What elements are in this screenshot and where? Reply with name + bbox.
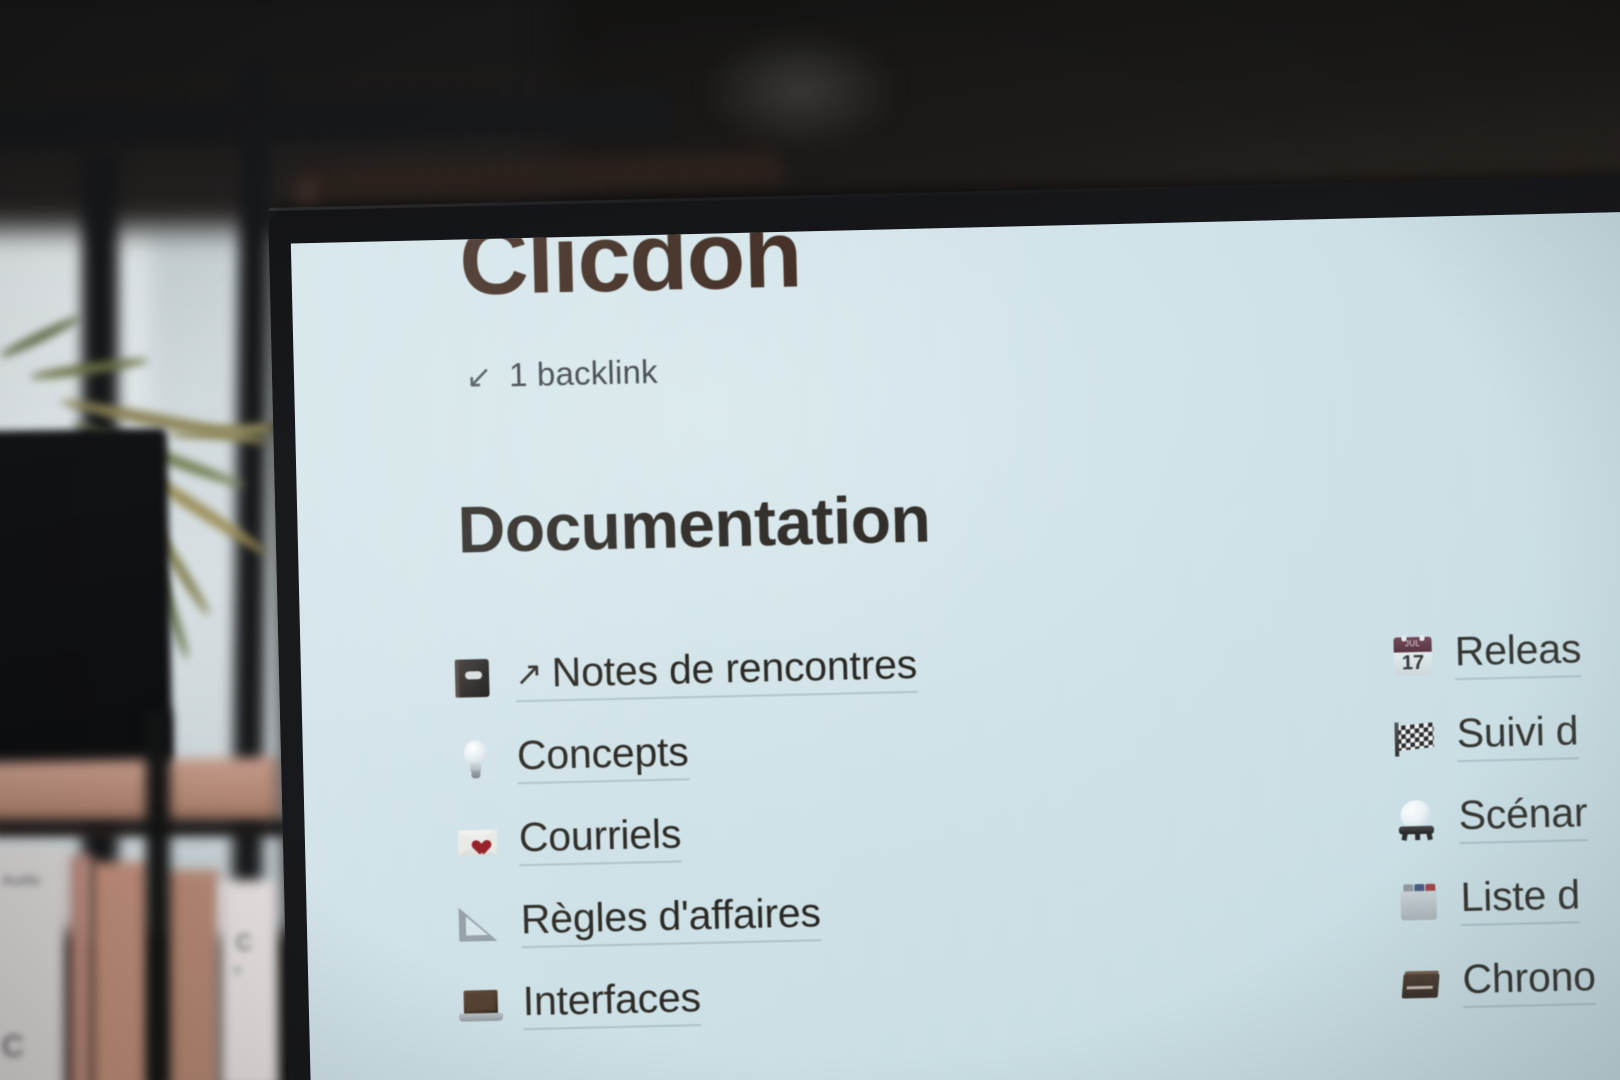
list-item-label: Courriels xyxy=(518,810,682,861)
shelf-book xyxy=(92,862,154,1080)
calendar-icon: JUL 17 xyxy=(1390,634,1435,679)
calendar-month-label: JUL xyxy=(1404,638,1421,649)
love-letter-icon xyxy=(454,820,499,865)
list-item[interactable]: Scénar xyxy=(1394,766,1620,861)
list-item[interactable]: Chrono xyxy=(1398,930,1620,1025)
laptop-icon xyxy=(458,984,504,1029)
link-column-left: ↗ Notes de rencontres Concepts Courriels… xyxy=(450,623,1099,1048)
card-file-box-icon xyxy=(1396,880,1441,925)
list-item[interactable]: Suivi d xyxy=(1392,684,1620,779)
list-item[interactable]: JUL 17 Releas xyxy=(1390,602,1620,697)
shelf-book-text: Audio xyxy=(2,872,41,889)
chequered-flag-icon xyxy=(1392,716,1437,761)
list-item-label: Concepts xyxy=(516,728,690,779)
card-index-icon xyxy=(1398,962,1443,1007)
list-item-label: Suivi d xyxy=(1456,707,1579,757)
shelf-rail xyxy=(0,820,290,836)
note-page: Clicdoh ↙ 1 backlink Documentation ↗ Not… xyxy=(291,211,1620,1080)
external-link-icon: ↗ xyxy=(514,654,544,693)
list-item-label: Chrono xyxy=(1461,952,1597,1003)
list-item-label: Règles d'affaires xyxy=(520,889,822,943)
list-item[interactable]: Concepts xyxy=(452,705,1094,802)
crystal-ball-icon xyxy=(1394,798,1439,843)
lightbulb-icon xyxy=(453,738,498,783)
monitor: Clicdoh ↙ 1 backlink Documentation ↗ Not… xyxy=(268,174,1620,1080)
section-heading: Documentation xyxy=(456,481,931,567)
list-item[interactable]: Courriels xyxy=(454,787,1096,884)
list-item[interactable]: ↗ Notes de rencontres xyxy=(450,623,1092,720)
photo-scene: Audio C n C Clicdoh ↙ 1 backlink Documen… xyxy=(0,0,1620,1080)
monitor-screen: Clicdoh ↙ 1 backlink Documentation ↗ Not… xyxy=(290,210,1620,1080)
triangular-ruler-icon xyxy=(456,902,501,947)
ceiling-light-glow xyxy=(700,30,900,150)
notebook-icon xyxy=(451,656,496,701)
calendar-day-label: 17 xyxy=(1401,651,1425,675)
arrow-down-left-icon: ↙ xyxy=(465,358,493,394)
list-item[interactable]: Règles d'affaires xyxy=(456,869,1098,966)
list-item-label: Interfaces xyxy=(522,973,702,1025)
list-item-label: Scénar xyxy=(1458,789,1588,839)
list-item[interactable]: Interfaces xyxy=(458,951,1100,1048)
shelf-book-text: C xyxy=(236,930,252,955)
backlink-count-label: 1 backlink xyxy=(508,352,659,394)
shelf-book-text: n xyxy=(234,962,242,977)
shelf-upright xyxy=(146,710,170,1080)
shelf-book xyxy=(220,880,280,1080)
shelf-book xyxy=(70,855,92,1080)
list-item-label: Notes de rencontres xyxy=(551,640,918,696)
backlink-row[interactable]: ↙ 1 backlink xyxy=(466,353,659,396)
list-item-label: Liste d xyxy=(1460,871,1581,921)
link-column-right: JUL 17 Releas Suivi d Scénar Liste d Chr… xyxy=(1390,602,1620,1025)
shelf-book-text: C xyxy=(2,1030,24,1063)
link-columns: ↗ Notes de rencontres Concepts Courriels… xyxy=(300,608,1620,1031)
list-item[interactable]: Liste d xyxy=(1396,848,1620,943)
list-item-label: Releas xyxy=(1454,625,1582,675)
